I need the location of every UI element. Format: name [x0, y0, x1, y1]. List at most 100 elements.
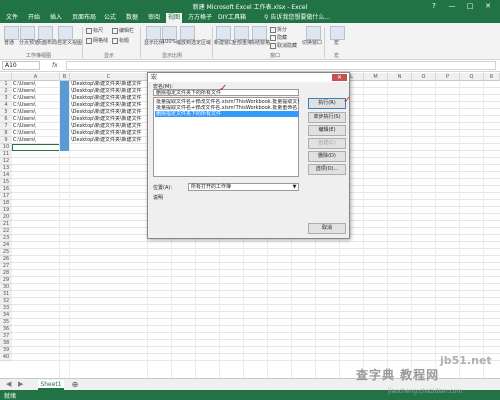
cell-a[interactable]: C:\Users\	[13, 95, 60, 102]
row-header-9[interactable]: 9	[0, 137, 12, 144]
close-button[interactable]: ✕	[482, 1, 494, 11]
run-button[interactable]: 执行(R)	[308, 98, 346, 109]
row-header-15[interactable]: 15	[0, 179, 12, 186]
tab-home[interactable]: 开始	[26, 13, 42, 23]
cell-a[interactable]: C:\Users\	[13, 102, 60, 109]
tab-review[interactable]: 审阅	[146, 13, 162, 23]
tab-view[interactable]: 视图	[166, 13, 183, 23]
sheet-nav-right-icon[interactable]: ▶	[18, 380, 23, 388]
row-header-37[interactable]: 37	[0, 333, 12, 340]
row-header-14[interactable]: 14	[0, 172, 12, 179]
step-into-button[interactable]: 单步执行(S)	[308, 112, 346, 123]
row-header-34[interactable]: 34	[0, 312, 12, 319]
row-header-32[interactable]: 32	[0, 298, 12, 305]
column-header-p[interactable]: P	[436, 73, 460, 81]
checkbox-ruler[interactable]: 标尺	[86, 27, 103, 34]
options-button[interactable]: 选项(O)...	[308, 164, 346, 175]
checkbox-headings[interactable]: 标题	[112, 37, 129, 44]
row-header-26[interactable]: 26	[0, 256, 12, 263]
row-header-2[interactable]: 2	[0, 88, 12, 95]
switch-window-icon[interactable]	[306, 26, 321, 40]
macro-list[interactable]: 批量提取文件名+修改文件名.xlsm!ThisWorkbook.批量提取文件名 …	[153, 97, 299, 177]
create-button[interactable]: 创建(C)	[308, 138, 346, 149]
help-icon[interactable]: ?	[428, 1, 440, 11]
row-header-40[interactable]: 40	[0, 354, 12, 361]
row-header-33[interactable]: 33	[0, 305, 12, 312]
row-header-31[interactable]: 31	[0, 291, 12, 298]
hide-option[interactable]: 隐藏	[270, 34, 287, 41]
chevron-down-icon[interactable]: ▼	[291, 184, 298, 190]
tab-page-layout[interactable]: 页面布局	[70, 13, 98, 23]
column-header-a[interactable]: A	[12, 73, 60, 81]
column-header-o[interactable]: O	[412, 73, 436, 81]
row-header-38[interactable]: 38	[0, 340, 12, 347]
column-header-m[interactable]: M	[364, 73, 388, 81]
minimize-button[interactable]: —	[446, 1, 458, 11]
row-header-27[interactable]: 27	[0, 263, 12, 270]
column-header-c[interactable]: C	[70, 73, 148, 81]
column-header-b[interactable]: B	[60, 73, 70, 81]
row-header-35[interactable]: 35	[0, 319, 12, 326]
select-all-corner[interactable]	[0, 73, 12, 81]
page-layout-icon[interactable]	[38, 26, 53, 40]
checkbox-gridlines[interactable]: 网格线	[86, 37, 108, 44]
tab-file[interactable]: 文件	[4, 13, 20, 23]
arrange-all-icon[interactable]	[234, 26, 249, 40]
column-header-r[interactable]: R	[484, 73, 500, 81]
zoom-selection-icon[interactable]	[180, 26, 195, 40]
row-header-29[interactable]: 29	[0, 277, 12, 284]
cell-a[interactable]: C:\Users\	[13, 123, 60, 130]
delete-button[interactable]: 删除(D)	[308, 151, 346, 162]
row-header-36[interactable]: 36	[0, 326, 12, 333]
add-sheet-icon[interactable]: ⊕	[70, 380, 80, 390]
row-header-39[interactable]: 39	[0, 347, 12, 354]
row-header-7[interactable]: 7	[0, 123, 12, 130]
row-header-11[interactable]: 11	[0, 151, 12, 158]
row-header-1[interactable]: 1	[0, 81, 12, 88]
unhide-option[interactable]: 取消隐藏	[270, 42, 297, 49]
row-header-18[interactable]: 18	[0, 200, 12, 207]
row-header-23[interactable]: 23	[0, 235, 12, 242]
row-header-19[interactable]: 19	[0, 207, 12, 214]
cell-a[interactable]: C:\Users\	[13, 88, 60, 95]
row-header-28[interactable]: 28	[0, 270, 12, 277]
column-header-n[interactable]: N	[388, 73, 412, 81]
tab-diy-toolbox[interactable]: DIY工具箱	[216, 13, 248, 23]
sheet-tab-sheet1[interactable]: Sheet1	[38, 380, 64, 390]
row-header-30[interactable]: 30	[0, 284, 12, 291]
row-header-12[interactable]: 12	[0, 158, 12, 165]
new-window-icon[interactable]	[216, 26, 231, 40]
active-cell-a10[interactable]	[12, 144, 60, 151]
row-header-10[interactable]: 10	[0, 144, 12, 151]
fx-icon[interactable]: fx	[52, 62, 58, 69]
cell-a[interactable]: C:\Users\	[13, 130, 60, 137]
cell-a[interactable]: C:\Users\	[13, 81, 60, 88]
tab-formulas[interactable]: 公式	[102, 13, 118, 23]
custom-view-icon[interactable]	[58, 26, 73, 40]
dialog-close-icon[interactable]: ✕	[332, 74, 347, 81]
tab-fangfang[interactable]: 方方格子	[186, 13, 214, 23]
name-box[interactable]: A10	[2, 61, 40, 70]
row-header-6[interactable]: 6	[0, 116, 12, 123]
cell-a[interactable]: C:\Users\	[13, 137, 60, 144]
row-header-8[interactable]: 8	[0, 130, 12, 137]
edit-button[interactable]: 编辑(E)	[308, 125, 346, 136]
maximize-button[interactable]: □	[464, 1, 476, 11]
freeze-panes-icon[interactable]	[252, 26, 267, 40]
row-header-22[interactable]: 22	[0, 228, 12, 235]
tab-data[interactable]: 数据	[124, 13, 140, 23]
row-header-13[interactable]: 13	[0, 165, 12, 172]
cancel-button[interactable]: 取消	[308, 223, 346, 234]
row-header-24[interactable]: 24	[0, 242, 12, 249]
row-header-21[interactable]: 21	[0, 221, 12, 228]
location-select[interactable]: 所有打开的工作簿	[188, 183, 299, 191]
formula-input[interactable]	[66, 61, 496, 70]
row-header-25[interactable]: 25	[0, 249, 12, 256]
macros-icon[interactable]	[330, 26, 345, 40]
split-option[interactable]: 拆分	[270, 26, 287, 33]
page-break-icon[interactable]	[20, 26, 35, 40]
zoom-icon[interactable]	[146, 26, 161, 40]
row-header-5[interactable]: 5	[0, 109, 12, 116]
checkbox-formula-bar[interactable]: 编辑栏	[112, 27, 134, 34]
row-header-20[interactable]: 20	[0, 214, 12, 221]
